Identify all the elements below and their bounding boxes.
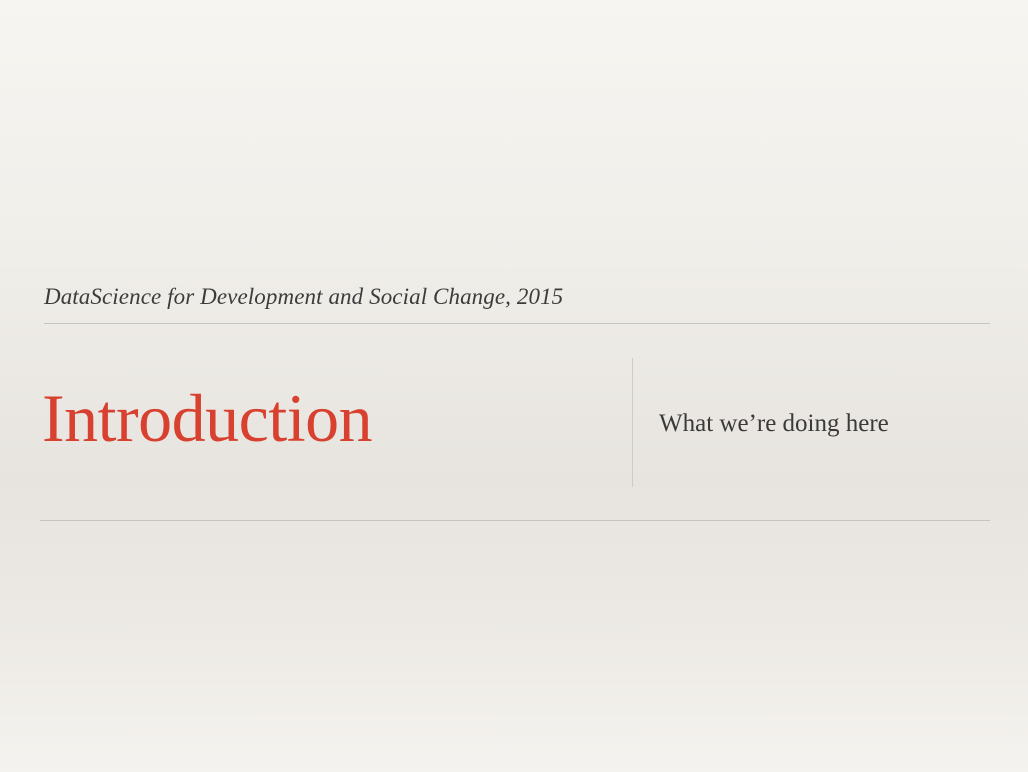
top-divider	[44, 323, 990, 324]
bottom-divider	[40, 520, 990, 521]
course-line: DataScience for Development and Social C…	[44, 284, 564, 309]
slide-title: Introduction	[42, 380, 373, 456]
slide-subtitle: What we’re doing here	[659, 410, 889, 437]
vertical-divider	[632, 358, 633, 487]
slide: DataScience for Development and Social C…	[0, 0, 1028, 772]
